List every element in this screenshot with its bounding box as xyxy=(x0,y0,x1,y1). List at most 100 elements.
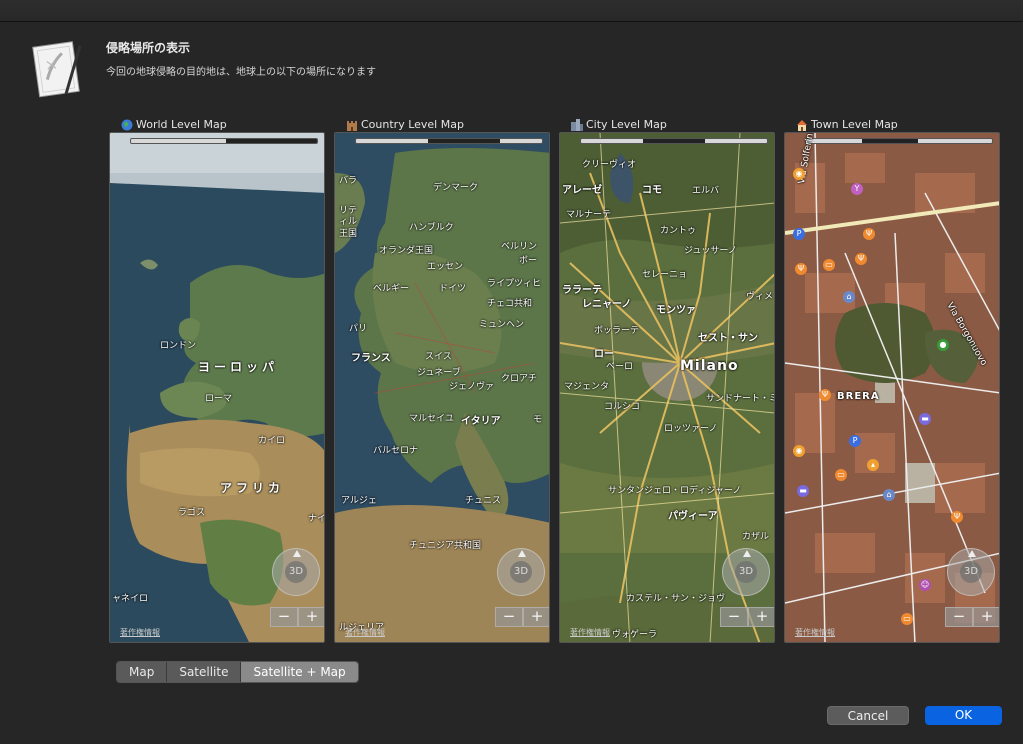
hotel-poi-icon[interactable]: ▬ xyxy=(919,413,931,425)
map-scale-bar xyxy=(130,138,318,144)
map-label: コモ xyxy=(642,185,662,196)
zoom-in-button[interactable]: + xyxy=(298,607,324,627)
map-label: セレーニョ xyxy=(642,270,688,280)
map-label: チュニジア共和国 xyxy=(409,541,482,551)
map-label: オランダ王国 xyxy=(379,246,434,256)
castle-icon xyxy=(346,119,358,131)
restaurant-poi-icon[interactable]: Ψ xyxy=(819,389,831,401)
map-label: セスト・サン xyxy=(698,333,758,344)
map-label: アルジェ xyxy=(341,496,377,506)
compass-3d-control[interactable]: 3D xyxy=(272,548,320,596)
map-label: レニャーノ xyxy=(582,299,632,310)
map-label: バラ xyxy=(339,176,358,186)
map-label: ナイ xyxy=(308,514,325,524)
town-map-view[interactable]: Via Solferino Via Borgonuovo BRERA ◉ Y P… xyxy=(784,132,1000,643)
globe-icon xyxy=(121,119,133,131)
map-label: カステル・サン・ジョヴ xyxy=(626,594,726,604)
world-map-panel: World Level Map ロンドン ヨーロッパ ローマ カイロ アフリカ … xyxy=(109,117,325,643)
cafe-poi-icon[interactable]: ▭ xyxy=(823,259,835,271)
map-label: エッセン xyxy=(427,262,464,272)
map-label: ララーテ xyxy=(562,285,602,296)
map-label: ミュンヘン xyxy=(479,320,525,330)
world-map-label: World Level Map xyxy=(121,117,227,132)
map-label: ベルリン xyxy=(501,242,538,252)
map-label: サンドナート・ミ xyxy=(706,394,775,404)
map-label: マルセイユ xyxy=(409,414,454,424)
map-label: カントゥ xyxy=(660,226,697,236)
map-label: チュニス xyxy=(465,496,502,506)
shop-poi-icon[interactable]: ▴ xyxy=(867,459,879,471)
compass-3d-control[interactable]: 3D xyxy=(947,548,995,596)
food-poi-icon[interactable]: ◉ xyxy=(793,445,805,457)
hotel-poi-icon[interactable]: ▬ xyxy=(797,485,809,497)
map-label: スイス xyxy=(425,352,452,362)
map-type-map[interactable]: Map xyxy=(117,662,168,682)
map-label: クリーヴィオ xyxy=(582,160,637,170)
map-label: ハンブルク xyxy=(409,223,454,233)
restaurant-poi-icon[interactable]: Ψ xyxy=(795,263,807,275)
map-label: ロッツァーノ xyxy=(664,424,718,434)
restaurant-poi-icon[interactable]: Ψ xyxy=(951,511,963,523)
parking-poi-icon[interactable]: P xyxy=(793,228,805,240)
restaurant-poi-icon[interactable]: Ψ xyxy=(863,228,875,240)
map-label: Milano xyxy=(680,358,739,374)
map-label: コルシコ xyxy=(604,402,641,412)
copyright-link[interactable]: 著作権情報 xyxy=(795,627,835,638)
map-label: カイロ xyxy=(258,436,286,446)
map-label: 王国 xyxy=(339,229,358,239)
town-map-panel: Town Level Map Via Solferino Via Borgonu… xyxy=(784,117,1000,643)
map-label: モ xyxy=(533,415,543,425)
zoom-out-button[interactable]: − xyxy=(495,607,523,627)
map-type-satellite-map[interactable]: Satellite + Map xyxy=(241,662,358,682)
map-label: イタリア xyxy=(461,416,501,427)
dialog-title: 侵略場所の表示 xyxy=(106,41,191,55)
map-label: ロー xyxy=(594,349,614,360)
country-map-view[interactable]: バラ デンマーク リテ ィル 王国 ハンブルク オランダ王国 ベルリン エッセン… xyxy=(334,132,550,643)
zoom-out-button[interactable]: − xyxy=(720,607,748,627)
zoom-out-button[interactable]: − xyxy=(945,607,973,627)
map-label: ラゴス xyxy=(178,508,206,518)
zoom-control: − + xyxy=(270,607,324,627)
map-scale-bar xyxy=(355,138,543,144)
restaurant-poi-icon[interactable]: Ψ xyxy=(855,253,867,265)
map-label: ボッラーテ xyxy=(594,326,640,336)
zoom-out-button[interactable]: − xyxy=(270,607,298,627)
compass-3d-control[interactable]: 3D xyxy=(497,548,545,596)
map-label: カザル xyxy=(742,532,770,542)
map-label: ジュネーブ xyxy=(417,368,461,378)
museum-poi-icon[interactable]: ⌂ xyxy=(843,291,855,303)
theater-poi-icon[interactable]: ☺ xyxy=(919,579,931,591)
cafe-poi-icon[interactable]: ▭ xyxy=(835,469,847,481)
map-type-satellite[interactable]: Satellite xyxy=(167,662,242,682)
museum-poi-icon[interactable]: ⌂ xyxy=(883,489,895,501)
map-label: ジェノヴァ xyxy=(449,382,495,392)
parking-poi-icon[interactable]: P xyxy=(849,435,861,447)
food-poi-icon[interactable]: ◉ xyxy=(793,168,805,180)
map-label: ヴィメ xyxy=(746,292,774,302)
zoom-in-button[interactable]: + xyxy=(973,607,999,627)
zoom-in-button[interactable]: + xyxy=(748,607,774,627)
cancel-button[interactable]: Cancel xyxy=(827,706,909,725)
copyright-link[interactable]: 著作権情報 xyxy=(345,627,385,638)
city-map-view[interactable]: クリーヴィオ アレーゼ コモ エルバ マルナーテ カントゥ ジュッサーノ セレー… xyxy=(559,132,775,643)
map-scale-bar xyxy=(580,138,768,144)
map-label: ボー xyxy=(519,256,538,266)
park-poi-icon[interactable]: ● xyxy=(937,339,949,351)
map-label: ヴォゲーラ xyxy=(612,630,658,640)
cafe-poi-icon[interactable]: ▭ xyxy=(901,613,913,625)
bar-poi-icon[interactable]: Y xyxy=(851,183,863,195)
zoom-in-button[interactable]: + xyxy=(523,607,549,627)
compass-3d-control[interactable]: 3D xyxy=(722,548,770,596)
map-label: エルバ xyxy=(692,186,720,196)
map-label: フランス xyxy=(351,353,391,364)
map-label: ドイツ xyxy=(439,284,467,294)
map-label: パヴィーア xyxy=(668,511,718,522)
world-map-view[interactable]: ロンドン ヨーロッパ ローマ カイロ アフリカ ラゴス ナイ ャネイロ 3D −… xyxy=(109,132,325,643)
zoom-control: − + xyxy=(495,607,549,627)
ok-button[interactable]: OK xyxy=(925,706,1002,725)
app-document-icon xyxy=(30,38,86,100)
zoom-control: − + xyxy=(720,607,774,627)
copyright-link[interactable]: 著作権情報 xyxy=(120,627,160,638)
map-label: ャネイロ xyxy=(112,594,149,604)
copyright-link[interactable]: 著作権情報 xyxy=(570,627,610,638)
